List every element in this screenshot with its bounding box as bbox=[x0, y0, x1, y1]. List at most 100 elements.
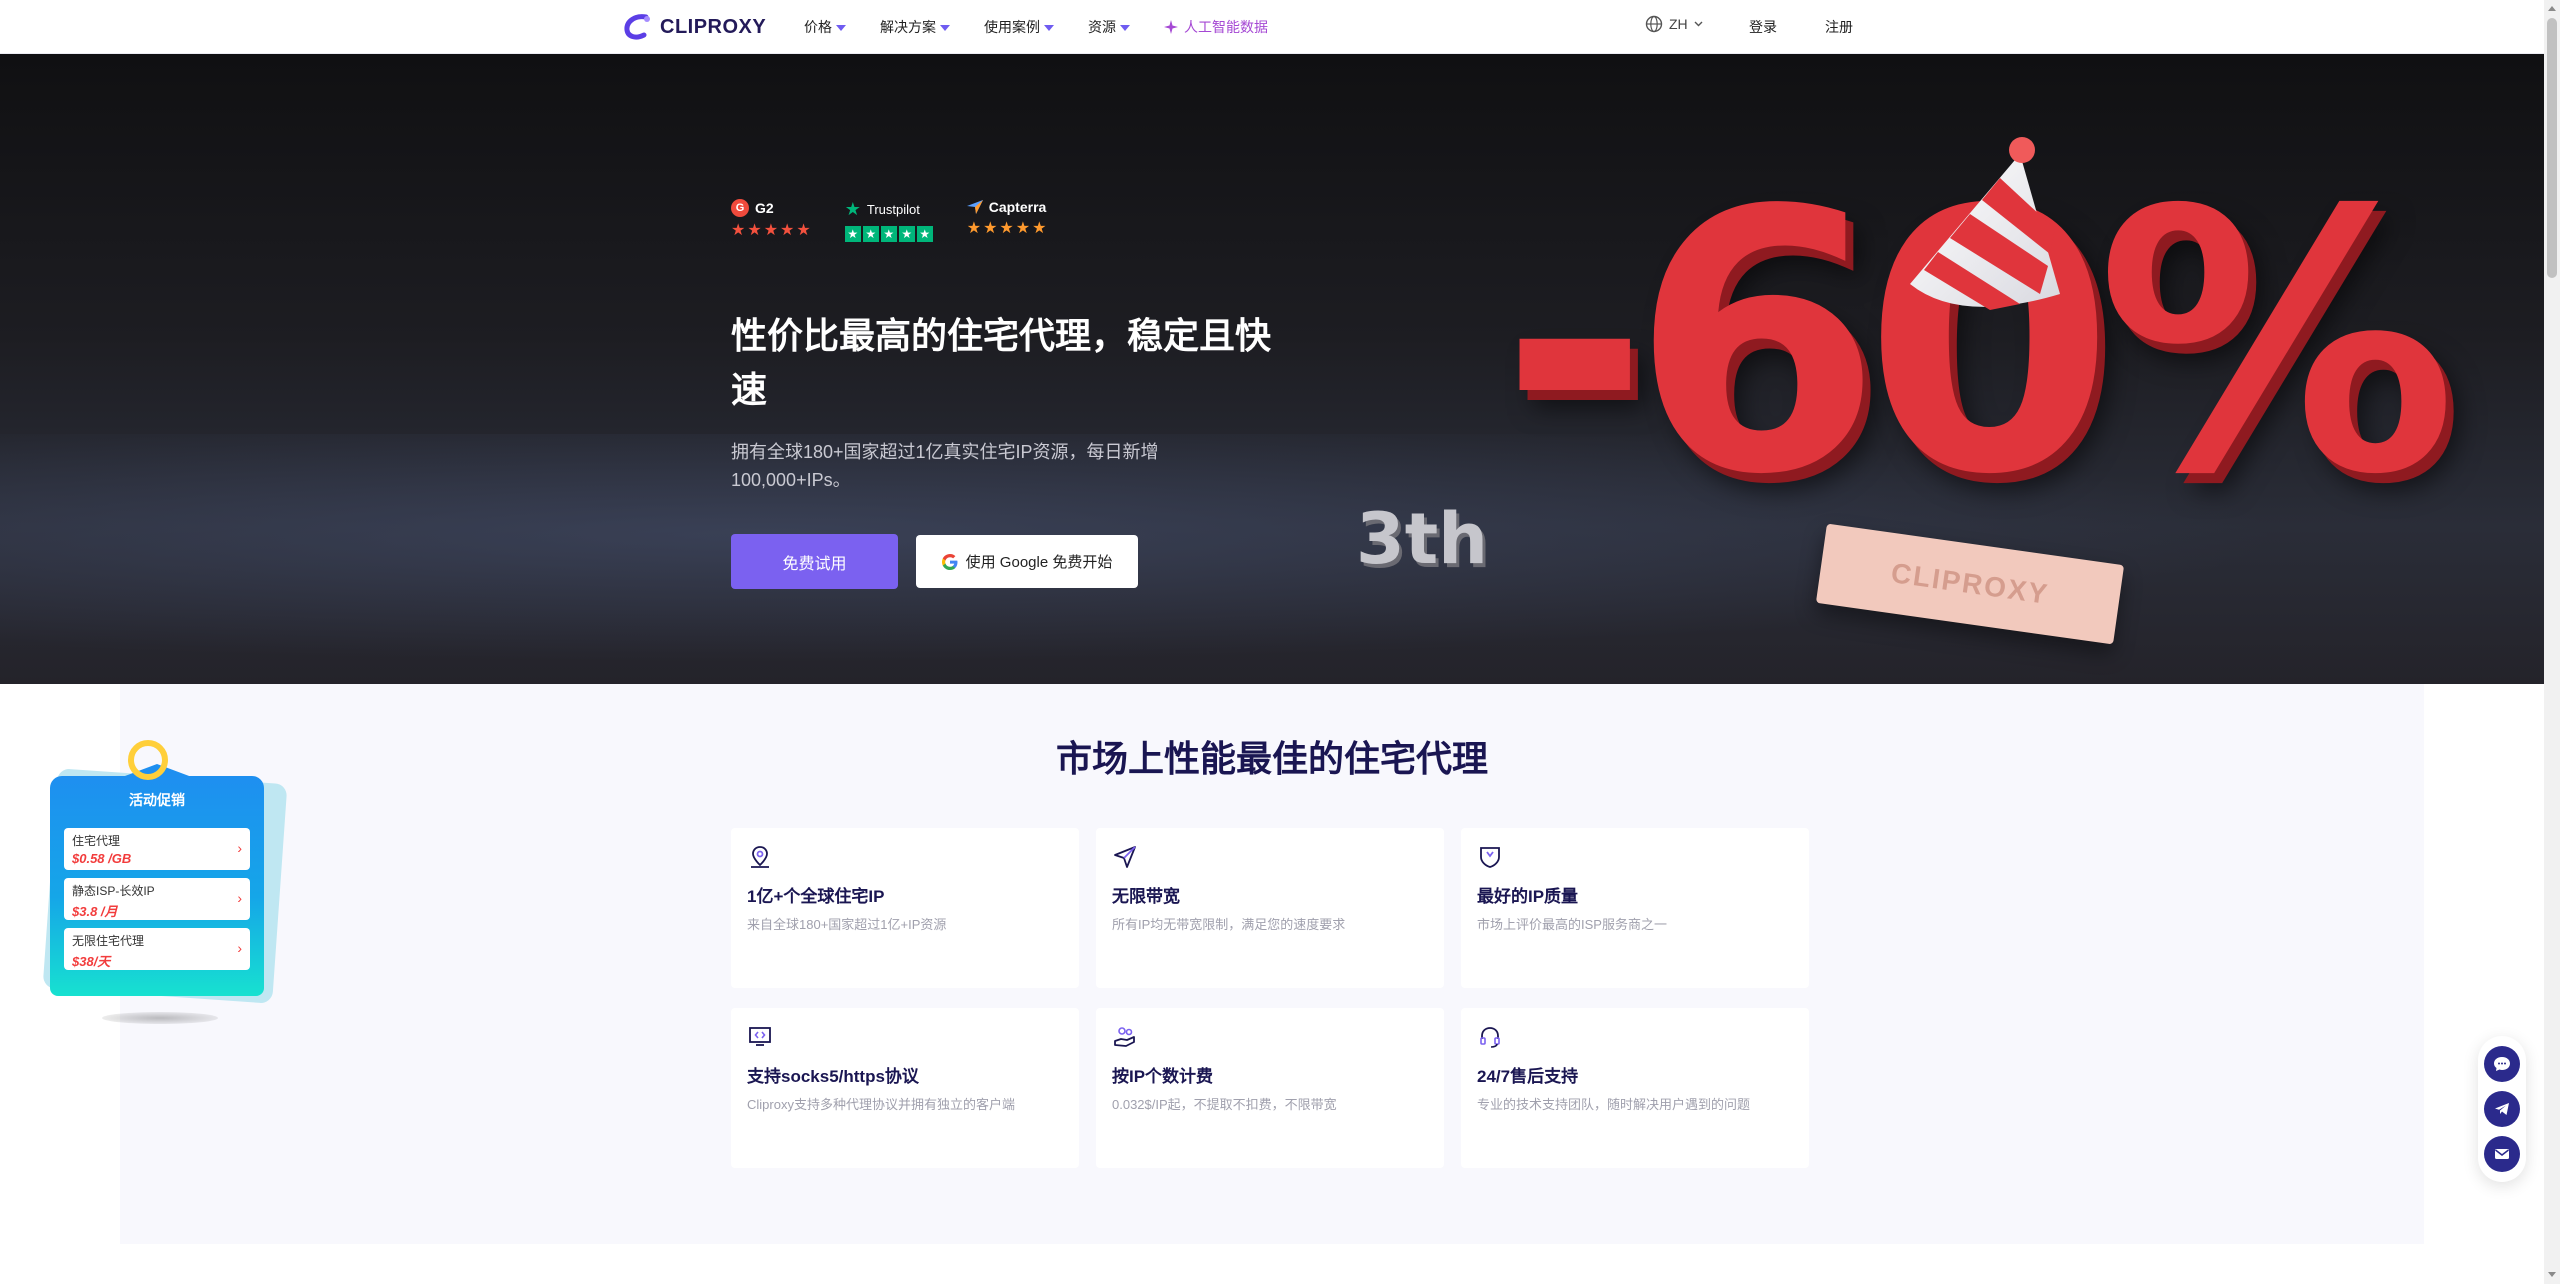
star-icon: ★ bbox=[999, 220, 1014, 237]
capterra-logo-icon bbox=[966, 200, 983, 214]
star-icon: ★ bbox=[780, 222, 795, 239]
star-icon: ★ bbox=[747, 222, 762, 239]
star-icon: ★ bbox=[983, 220, 998, 237]
promo-shadow bbox=[102, 1012, 218, 1024]
promo-item-name: 无限住宅代理 bbox=[72, 934, 145, 948]
star-icon: ★ bbox=[844, 226, 861, 242]
sparkle-icon bbox=[1164, 20, 1178, 34]
monitor-code-icon bbox=[749, 1027, 771, 1046]
rating-capterra-label: Capterra bbox=[988, 199, 1047, 215]
features-title: 市场上性能最佳的住宅代理 bbox=[1055, 738, 1488, 779]
promo-item-name: 住宅代理 bbox=[72, 834, 121, 848]
headset-icon bbox=[1480, 1027, 1500, 1048]
feature-card-protocols: 支持socks5/https协议 Cliproxy支持多种代理协议并拥有独立的客… bbox=[731, 1008, 1079, 1168]
chat-button[interactable] bbox=[2484, 1046, 2520, 1083]
nav-solutions[interactable]: 解决方案 bbox=[880, 17, 950, 37]
promo-ring-icon bbox=[128, 740, 168, 780]
feature-title: 支持socks5/https协议 bbox=[747, 1067, 919, 1086]
star-icon: ★ bbox=[731, 222, 746, 239]
promo-item-price: $0.58 /GB bbox=[72, 851, 132, 866]
feature-title: 无限带宽 bbox=[1112, 887, 1180, 906]
feature-title: 按IP个数计费 bbox=[1112, 1067, 1214, 1086]
nav-ai-data[interactable]: 人工智能数据 bbox=[1164, 17, 1268, 37]
hero-title: 性价比最高的住宅代理，稳定且快速 bbox=[731, 315, 1272, 410]
star-icon: ★ bbox=[898, 226, 915, 242]
location-pin-icon bbox=[751, 846, 769, 868]
language-label: ZH bbox=[1669, 16, 1688, 32]
star-icon: ★ bbox=[796, 222, 811, 239]
feature-desc: 来自全球180+国家超过1亿+IP资源 bbox=[747, 917, 947, 932]
star-icon: ★ bbox=[880, 226, 897, 242]
rating-g2-name-row: G G2 bbox=[731, 199, 811, 217]
anniversary-label: 3th bbox=[1356, 498, 1489, 580]
nav-pricing-label: 价格 bbox=[804, 19, 832, 35]
main-nav: 价格 解决方案 使用案例 资源 人工智能数据 bbox=[804, 14, 1268, 40]
feature-desc: 市场上评价最高的ISP服务商之一 bbox=[1477, 917, 1667, 932]
feature-card-bandwidth: 无限带宽 所有IP均无带宽限制，满足您的速度要求 bbox=[1096, 828, 1444, 988]
rating-capterra-name-row: Capterra bbox=[966, 199, 1047, 215]
paper-plane-icon bbox=[1114, 846, 1136, 868]
star-icon: ★ bbox=[1032, 220, 1047, 237]
signup-link[interactable]: 注册 bbox=[1825, 17, 1853, 37]
star-icon: ★ bbox=[862, 226, 879, 242]
feature-card-ip-quality: 最好的IP质量 市场上评价最高的ISP服务商之一 bbox=[1461, 828, 1809, 988]
promo-item-price: $38/天 bbox=[72, 954, 111, 969]
email-button[interactable] bbox=[2484, 1135, 2520, 1172]
chat-bubble-icon bbox=[2494, 1057, 2510, 1072]
nav-pricing[interactable]: 价格 bbox=[804, 17, 846, 37]
star-icon: ★ bbox=[916, 226, 933, 242]
promo-widget[interactable]: 活动促销 住宅代理 $0.58 /GB › 静态ISP-长效IP $3.8 /月… bbox=[30, 736, 288, 1036]
nav-resources[interactable]: 资源 bbox=[1088, 17, 1130, 37]
hero-banner: G G2 ★ ★ ★ ★ ★ ★ Trustpilot ★ ★ ★ ★ ★ Capter bbox=[0, 54, 2544, 684]
login-link[interactable]: 登录 bbox=[1749, 17, 1777, 37]
nav-ai-label: 人工智能数据 bbox=[1184, 19, 1268, 35]
promo-item-unlimited[interactable]: 无限住宅代理 $38/天 › bbox=[64, 928, 250, 970]
google-signup-label: 使用 Google 免费开始 bbox=[965, 554, 1113, 571]
hero-subtitle: 拥有全球180+国家超过1亿真实住宅IP资源，每日新增100,000+IPs。 bbox=[731, 442, 1159, 490]
rating-trustpilot[interactable]: ★ Trustpilot ★ ★ ★ ★ ★ bbox=[844, 199, 933, 242]
nav-use-cases[interactable]: 使用案例 bbox=[984, 17, 1054, 37]
top-header: CLIPROXY 价格 解决方案 使用案例 资源 人工智能数据 ZH 登录 注册 bbox=[0, 0, 2544, 54]
promo-item-price: $3.8 /月 bbox=[72, 904, 118, 919]
telegram-icon bbox=[2495, 1102, 2509, 1115]
trustpilot-star-icon: ★ bbox=[844, 199, 861, 219]
rating-g2-label: G2 bbox=[755, 200, 774, 216]
chevron-right-icon: › bbox=[237, 840, 242, 856]
rating-g2[interactable]: G G2 ★ ★ ★ ★ ★ bbox=[731, 199, 811, 242]
floating-contact-bar bbox=[2478, 1036, 2526, 1182]
promo-item-static-isp[interactable]: 静态ISP-长效IP $3.8 /月 › bbox=[64, 878, 250, 920]
rating-capterra-stars: ★ ★ ★ ★ ★ bbox=[967, 221, 1047, 237]
shield-icon bbox=[1480, 847, 1500, 868]
rating-capterra[interactable]: Capterra ★ ★ ★ ★ ★ bbox=[966, 199, 1047, 242]
page-scrollbar[interactable] bbox=[2544, 0, 2560, 1284]
feature-desc: Cliproxy支持多种代理协议并拥有独立的客户端 bbox=[747, 1097, 1015, 1112]
scroll-down-arrow-icon[interactable] bbox=[2548, 1272, 2556, 1277]
logo-text: CLIPROXY bbox=[660, 15, 767, 38]
chevron-right-icon: › bbox=[237, 940, 242, 956]
caret-down-icon bbox=[940, 25, 950, 31]
rating-trustpilot-stars: ★ ★ ★ ★ ★ bbox=[844, 226, 933, 242]
nav-resources-label: 资源 bbox=[1088, 19, 1116, 35]
rating-badges: G G2 ★ ★ ★ ★ ★ ★ Trustpilot ★ ★ ★ ★ ★ Capter bbox=[731, 199, 1046, 242]
scrollbar-thumb[interactable] bbox=[2547, 18, 2557, 278]
language-selector[interactable]: ZH bbox=[1645, 15, 1703, 33]
mail-icon bbox=[2495, 1148, 2509, 1159]
google-logo-icon bbox=[941, 553, 958, 570]
telegram-button[interactable] bbox=[2484, 1090, 2520, 1127]
free-trial-button[interactable]: 免费试用 bbox=[731, 534, 898, 589]
feature-desc: 所有IP均无带宽限制，满足您的速度要求 bbox=[1112, 917, 1346, 932]
google-signup-button[interactable]: 使用 Google 免费开始 bbox=[916, 535, 1138, 588]
logo[interactable]: CLIPROXY bbox=[622, 12, 766, 42]
star-icon: ★ bbox=[763, 222, 779, 239]
star-icon: ★ bbox=[966, 220, 982, 237]
promo-item-residential[interactable]: 住宅代理 $0.58 /GB › bbox=[64, 828, 250, 870]
party-hat-icon bbox=[1910, 137, 2060, 310]
feature-title: 1亿+个全球住宅IP bbox=[747, 887, 885, 906]
rating-trustpilot-name-row: ★ Trustpilot bbox=[845, 199, 933, 220]
g2-logo-icon: G bbox=[731, 199, 749, 217]
caret-down-icon bbox=[836, 25, 846, 31]
feature-card-billing: 按IP个数计费 0.032$/IP起，不提取不扣费，不限带宽 bbox=[1096, 1008, 1444, 1168]
scroll-up-arrow-icon[interactable] bbox=[2548, 6, 2556, 11]
feature-title: 最好的IP质量 bbox=[1477, 887, 1579, 906]
feature-title: 24/7售后支持 bbox=[1477, 1067, 1579, 1086]
